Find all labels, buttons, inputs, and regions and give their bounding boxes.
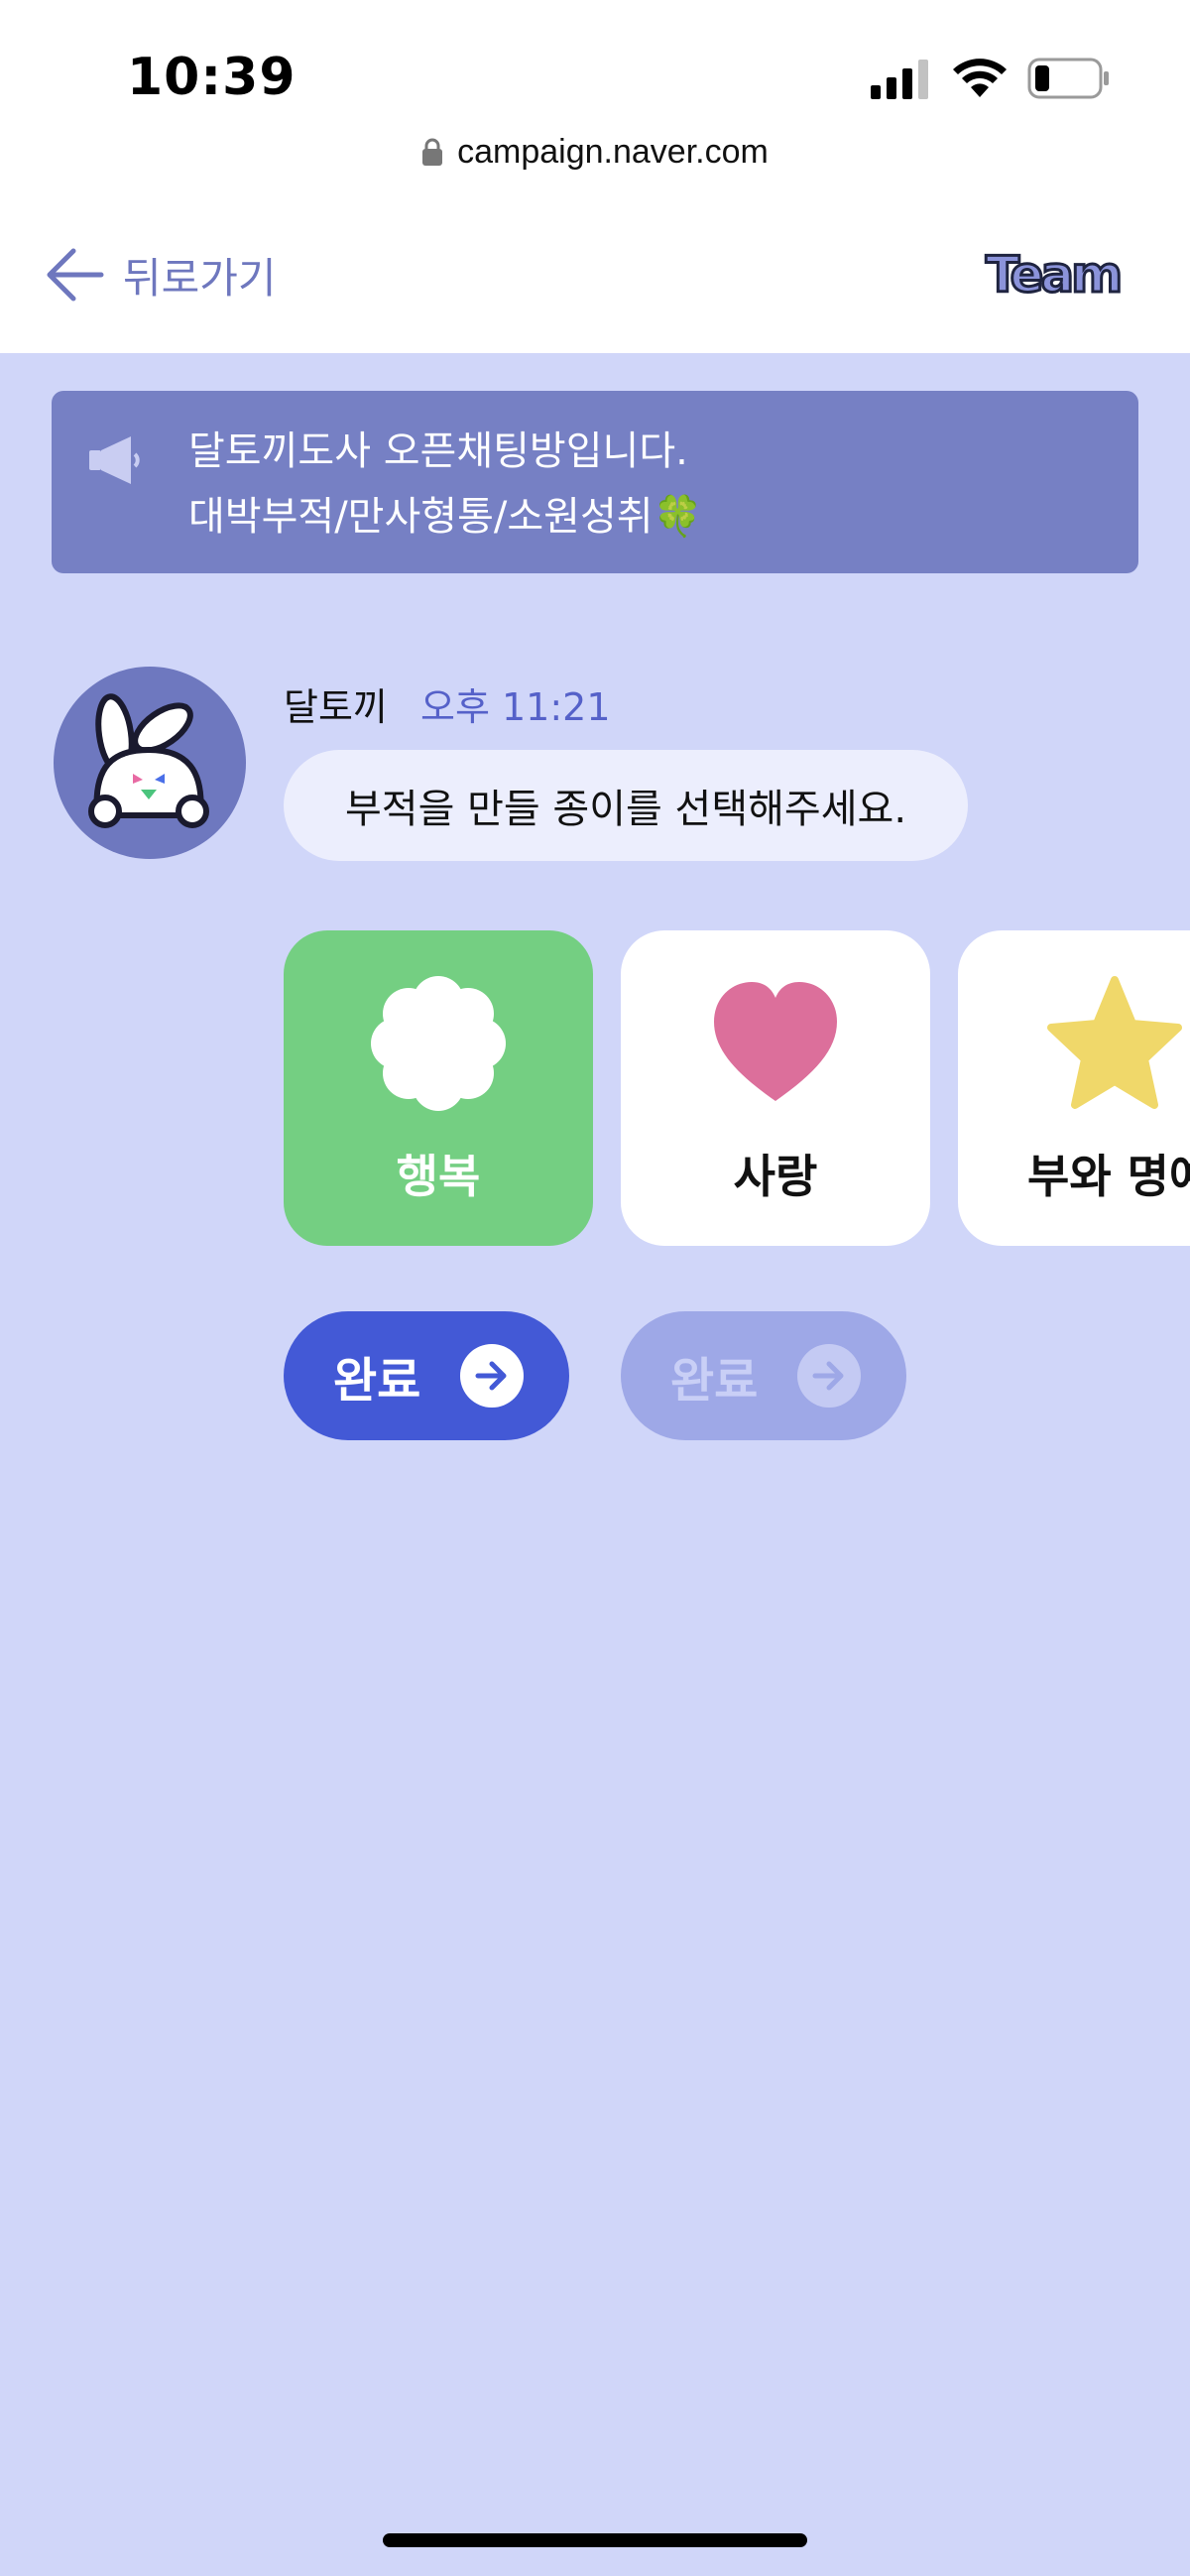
done-button-disabled[interactable]: 완료 xyxy=(621,1311,906,1440)
arrow-right-icon xyxy=(460,1344,525,1408)
avatar xyxy=(54,667,246,859)
arrow-right-icon xyxy=(797,1344,862,1408)
message-time: 오후 11:21 xyxy=(420,685,611,729)
lock-icon xyxy=(422,138,443,166)
arrow-left-icon xyxy=(47,248,104,302)
heart-icon xyxy=(714,982,837,1101)
back-button[interactable]: 뒤로가기 xyxy=(44,238,277,311)
card-label: 행복 xyxy=(396,1150,481,1203)
notice-banner: 달토끼도사 오픈채팅방입니다. 대박부적/만사형통/소원성취🍀 xyxy=(52,391,1138,573)
sender-name: 달토끼 xyxy=(284,685,388,729)
address-bar[interactable]: campaign.naver.com xyxy=(0,127,1190,177)
choice-cards: 행복 사랑 부와 명예 xyxy=(284,930,1190,1246)
back-label: 뒤로가기 xyxy=(123,253,277,303)
cellular-signal-icon xyxy=(871,60,928,99)
done-button-label: 완료 xyxy=(333,1353,421,1409)
clover-icon xyxy=(371,976,506,1111)
card-happiness[interactable]: 행복 xyxy=(284,930,593,1246)
card-label: 사랑 xyxy=(733,1150,818,1203)
rabbit-icon xyxy=(88,693,209,828)
team-logo[interactable]: Team xyxy=(982,242,1140,303)
svg-text:Team: Team xyxy=(986,246,1120,302)
done-button[interactable]: 완료 xyxy=(284,1311,569,1440)
megaphone-icon xyxy=(89,436,140,484)
notice-text: 달토끼도사 오픈채팅방입니다. 대박부적/만사형통/소원성취🍀 xyxy=(188,419,702,550)
card-wealth-honor[interactable]: 부와 명예 xyxy=(958,930,1190,1246)
notice-line-2: 대박부적/만사형통/소원성취🍀 xyxy=(188,494,703,540)
card-love[interactable]: 사랑 xyxy=(621,930,930,1246)
done-button-label: 완료 xyxy=(670,1353,759,1409)
notice-line-1: 달토끼도사 오픈채팅방입니다. xyxy=(188,429,688,474)
status-bar: 10:39 campaign.naver.com xyxy=(0,0,1190,198)
url-text: campaign.naver.com xyxy=(457,132,769,171)
home-indicator[interactable] xyxy=(383,2533,807,2547)
top-nav: 뒤로가기 Team xyxy=(0,198,1190,353)
card-label: 부와 명예 xyxy=(1027,1150,1190,1203)
star-icon xyxy=(1047,976,1182,1109)
chat-bubble: 부적을 만들 종이를 선택해주세요. xyxy=(284,750,968,861)
wifi-icon xyxy=(953,59,1007,97)
clock: 10:39 xyxy=(127,48,297,107)
battery-icon xyxy=(1027,58,1109,99)
